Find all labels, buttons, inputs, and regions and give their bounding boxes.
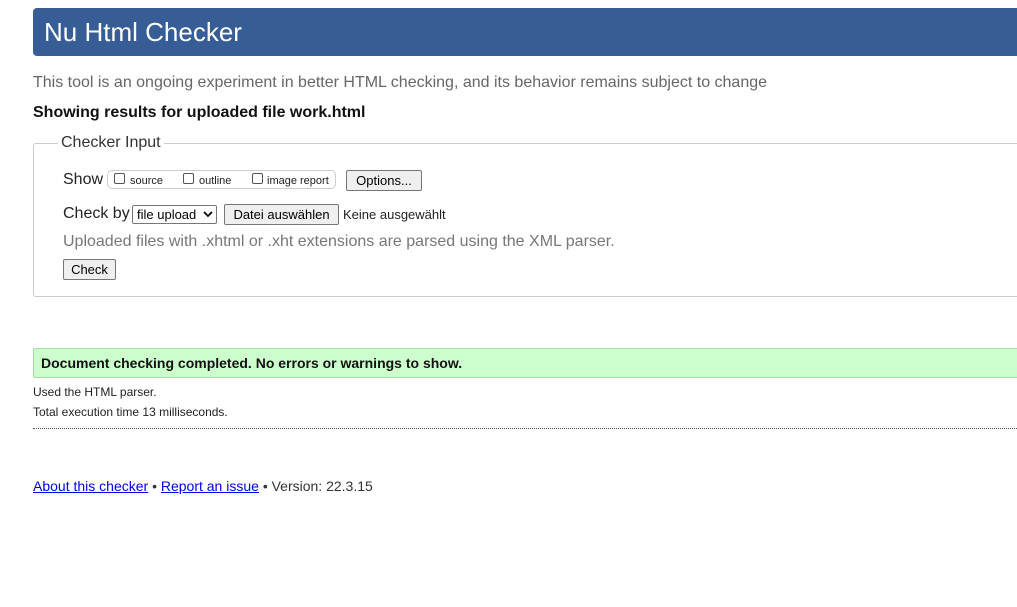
footer: About this checker • Report an issue • V… [33,478,373,495]
divider [33,428,1017,429]
showing-results-heading: Showing results for uploaded file work.h… [33,104,366,121]
show-label: Show [63,171,104,188]
success-message-box: Document checking completed. No errors o… [33,348,1017,378]
xml-parser-hint: Uploaded files with .xhtml or .xht exten… [63,233,615,250]
check-by-select[interactable]: file upload [132,205,217,224]
check-by-selected-value: file upload [137,207,197,222]
chevron-down-icon [203,211,213,218]
header-bar: Nu Html Checker [33,8,1017,56]
file-status: Keine ausgewählt [343,207,446,222]
choose-file-button[interactable]: Datei auswählen [224,204,339,225]
page: Nu Html Checker This tool is an ongoing … [0,0,1017,607]
footer-separator: • [262,478,268,494]
checker-input-legend: Checker Input [58,133,164,152]
about-checker-link[interactable]: About this checker [33,478,148,494]
execution-time: Total execution time 13 milliseconds. [33,405,228,419]
check-by-label: Check by [63,205,130,222]
version-info: Version: 22.3.15 [271,478,373,494]
source-checkbox-label[interactable]: source [130,175,163,188]
parser-info: Used the HTML parser. [33,385,157,399]
tagline: This tool is an ongoing experiment in be… [33,74,768,91]
outline-checkbox[interactable] [183,173,194,184]
image-report-checkbox-label[interactable]: image report [267,175,329,188]
footer-separator: • [152,478,157,494]
check-button[interactable]: Check [63,259,116,280]
report-issue-link[interactable]: Report an issue [161,478,259,494]
image-report-checkbox[interactable] [252,173,263,184]
success-message: Document checking completed. No errors o… [41,355,463,371]
source-checkbox[interactable] [114,173,125,184]
outline-checkbox-label[interactable]: outline [199,175,231,188]
app-title: Nu Html Checker [44,17,242,47]
options-button[interactable]: Options... [346,170,422,191]
